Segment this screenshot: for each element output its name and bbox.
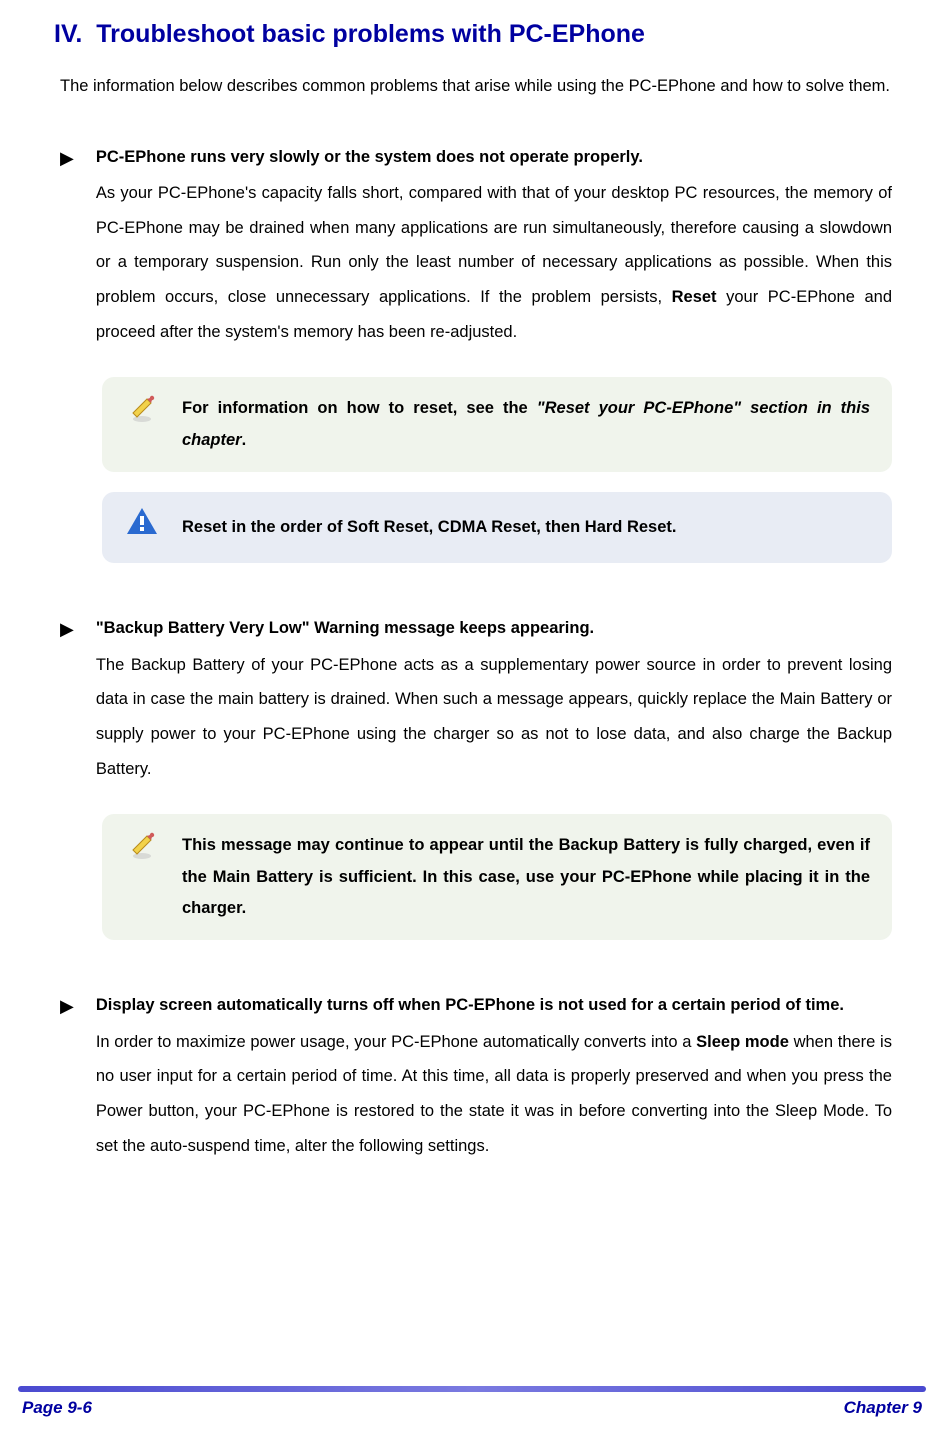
bullet-icon: ▶ [60,992,74,1163]
intro-paragraph: The information below describes common p… [60,69,892,104]
para-bold: Reset [672,288,717,306]
section-heading: IV. Troubleshoot basic problems with PC-… [54,20,892,49]
item-title: Display screen automatically turns off w… [96,992,892,1018]
item-body: Display screen automatically turns off w… [96,992,892,1163]
section-number: IV. [54,20,82,49]
item-paragraph: The Backup Battery of your PC-EPhone act… [96,648,892,787]
para-bold: Sleep mode [696,1033,789,1051]
item-body: PC-EPhone runs very slowly or the system… [96,144,892,350]
page-number: Page 9-6 [22,1398,92,1418]
item-body: "Backup Battery Very Low" Warning messag… [96,615,892,786]
bullet-icon: ▶ [60,144,74,350]
pin-icon [124,391,160,425]
footer-divider [18,1386,926,1392]
section-title: Troubleshoot basic problems with PC-EPho… [96,20,645,49]
note-text: . [242,431,247,449]
pin-icon [124,828,160,862]
item-title: "Backup Battery Very Low" Warning messag… [96,615,892,641]
info-callout: This message may continue to appear unti… [102,814,892,940]
chapter-label: Chapter 9 [844,1398,922,1418]
item-paragraph: As your PC-EPhone's capacity falls short… [96,176,892,349]
page-footer: Page 9-6 Chapter 9 [0,1386,944,1418]
troubleshoot-item: ▶ PC-EPhone runs very slowly or the syst… [60,144,892,350]
bullet-icon: ▶ [60,615,74,786]
warning-callout: Reset in the order of Soft Reset, CDMA R… [102,492,892,563]
info-callout: For information on how to reset, see the… [102,377,892,472]
troubleshoot-item: ▶ "Backup Battery Very Low" Warning mess… [60,615,892,786]
warning-icon [124,506,160,536]
callout-text: This message may continue to appear unti… [182,828,870,926]
note-text: For information on how to reset, see the [182,399,537,417]
item-title: PC-EPhone runs very slowly or the system… [96,144,892,170]
callout-text: For information on how to reset, see the… [182,391,870,458]
item-paragraph: In order to maximize power usage, your P… [96,1025,892,1164]
callout-text: Reset in the order of Soft Reset, CDMA R… [182,506,870,549]
para-text: In order to maximize power usage, your P… [96,1033,696,1051]
troubleshoot-item: ▶ Display screen automatically turns off… [60,992,892,1163]
